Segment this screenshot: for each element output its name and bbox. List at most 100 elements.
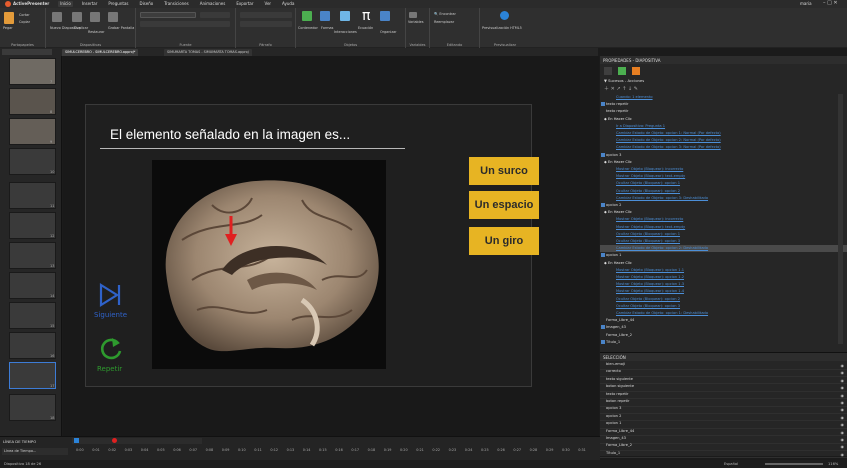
selection-item[interactable]: opcion 1 ◉ [600, 421, 847, 429]
object-row[interactable]: Imagen_43 [600, 324, 847, 331]
selection-item[interactable]: texto siguiente ◉ [600, 377, 847, 385]
selection-item[interactable]: boton repetir ◉ [600, 399, 847, 407]
menu-ayuda[interactable]: Ayuda [280, 1, 296, 7]
timeline-ruler[interactable]: 0:00 0:01 0:02 0:03 0:04 0:05 0:06 0:07 0:08 0:09… [76, 448, 596, 456]
action-row[interactable]: Cambiar Estado de Objeto: opcion 2: Norm… [600, 137, 847, 144]
timeline-toolbar[interactable] [72, 438, 202, 444]
event-row[interactable]: ◆ En Hacer Clic [600, 209, 847, 216]
selection-item[interactable]: opcion 2 ◉ [600, 414, 847, 422]
visibility-eye-icon[interactable]: ◉ [841, 415, 845, 420]
quick-access-toolbar[interactable] [2, 49, 52, 55]
visibility-eye-icon[interactable]: ◉ [841, 385, 845, 390]
slide-thumb-selected[interactable] [9, 362, 56, 389]
arrange-icon[interactable] [380, 11, 390, 21]
menu-insertar[interactable]: Insertar [80, 1, 100, 7]
animation-tab-icon[interactable] [632, 67, 640, 75]
answer-button-surco[interactable]: Un surco [469, 157, 539, 185]
font-style-buttons[interactable] [140, 21, 230, 27]
visibility-eye-icon[interactable]: ◉ [841, 430, 845, 435]
equation-label[interactable]: Ecuación [358, 26, 373, 30]
selection-item[interactable]: texto repetir ◉ [600, 392, 847, 400]
events-toolbar[interactable]: ＋ ✕ ↗ ↑ ↓ ✎ [604, 85, 638, 92]
zoom-slider[interactable] [765, 463, 823, 465]
record-label[interactable]: Grabar Pantalla [108, 26, 134, 30]
event-row[interactable]: ◆ En Hacer Clic [600, 159, 847, 166]
shapes-icon[interactable] [320, 11, 330, 21]
selection-item[interactable]: bien-emoji ◉ [600, 362, 847, 370]
equation-icon[interactable]: π [362, 8, 370, 24]
action-row[interactable]: Mostrar Objeto (Bloquear): opcion 1.2 [600, 274, 847, 281]
answer-button-espacio[interactable]: Un espacio [469, 191, 539, 219]
cut-label[interactable]: Cortar [19, 13, 30, 17]
menu-transiciones[interactable]: Transiciones [162, 1, 191, 7]
action-row[interactable]: Mostrar Objeto (Bloquear): incorrecto [600, 216, 847, 223]
arrange-label[interactable]: Organizar [380, 30, 397, 34]
slide-thumb[interactable] [9, 148, 56, 175]
object-row[interactable]: opcion 3 [600, 152, 847, 159]
slide-canvas[interactable]: El elemento señalado en la imagen es... … [85, 104, 539, 387]
tab-simulcerebro[interactable]: SIMULCEREBRO - SIMULCEREBRO.approj* [62, 49, 139, 56]
action-row[interactable]: Ir a Diapositiva: Pregunta 1 [600, 123, 847, 130]
play-icon[interactable] [74, 438, 79, 443]
action-row[interactable]: Mostrar Objeto (Bloquear): opcion 1.4 [600, 288, 847, 295]
record-screen-icon[interactable] [108, 12, 118, 22]
action-row[interactable]: Cambiar Estado de Objeto: opcion 3: Desh… [600, 195, 847, 202]
object-row[interactable]: texto repetir [600, 101, 847, 108]
selection-item[interactable]: correcto ◉ [600, 369, 847, 377]
visibility-eye-icon[interactable]: ◉ [841, 393, 845, 398]
font-size-controls[interactable] [200, 12, 230, 18]
visibility-eye-icon[interactable]: ◉ [841, 363, 845, 368]
menu-ver[interactable]: Ver [263, 1, 274, 7]
align-buttons[interactable] [240, 21, 292, 27]
repeat-button[interactable]: Repetir [97, 335, 128, 377]
properties-scrollbar[interactable] [838, 94, 843, 344]
object-row[interactable]: opcion 2 [600, 202, 847, 209]
timeline-select[interactable]: Línea de Tiempo... [2, 448, 68, 455]
restore-icon[interactable] [90, 12, 100, 22]
visibility-eye-icon[interactable]: ◉ [841, 452, 845, 457]
slide-thumb[interactable] [9, 88, 56, 115]
slide-thumbnails-panel[interactable]: 7 8 9 10 11 12 13 14 15 16 17 18 [0, 56, 62, 436]
action-row[interactable]: Mostrar Objeto (Bloquear): opcion 1.1 [600, 267, 847, 274]
preview-play-icon[interactable] [500, 11, 509, 20]
action-row[interactable]: Cambiar Estado de Objeto: opcion 2: Desh… [600, 245, 847, 253]
action-row[interactable]: Mostrar Objeto (Bloquear): text-empty [600, 173, 847, 180]
new-slide-icon[interactable] [52, 12, 62, 22]
slide-thumb[interactable] [9, 394, 56, 421]
slide-thumb[interactable] [9, 118, 56, 145]
action-row[interactable]: Ocultar Objeto (Bloquear): opcion 1 [600, 180, 847, 187]
next-button[interactable]: Siguiente [94, 283, 127, 323]
container-icon[interactable] [302, 11, 312, 21]
answer-button-giro[interactable]: Un giro [469, 227, 539, 255]
event-row[interactable]: ◆ En Hacer Clic [600, 116, 847, 123]
variables-icon[interactable] [409, 12, 417, 18]
visibility-eye-icon[interactable]: ◉ [841, 444, 845, 449]
menu-animaciones[interactable]: Animaciones [198, 1, 228, 7]
selection-item[interactable]: Forma_Libre_44 ◉ [600, 429, 847, 437]
slide-thumb[interactable] [9, 212, 56, 239]
action-row[interactable]: Ocultar Objeto (Bloquear): opcion 3 [600, 303, 847, 310]
replace-label[interactable]: Reemplazar [434, 20, 454, 24]
visibility-eye-icon[interactable]: ◉ [841, 370, 845, 375]
slide-thumb[interactable] [9, 182, 56, 209]
shapes-label[interactable]: Formas [321, 26, 333, 30]
action-row[interactable]: Ocultar Objeto (Bloquear): opcion 2 [600, 296, 847, 303]
object-row[interactable]: Forma_Libre_2 [600, 332, 847, 339]
object-row[interactable]: opcion 1 [600, 252, 847, 259]
selection-item[interactable]: Imagen_43 ◉ [600, 436, 847, 444]
language-indicator[interactable]: Español [724, 462, 738, 466]
menu-preguntas[interactable]: Preguntas [106, 1, 130, 7]
selection-item[interactable]: Forma_Libre_2 ◉ [600, 443, 847, 451]
slide-thumb[interactable] [9, 58, 56, 85]
duplicate-label[interactable]: Duplicar [74, 26, 88, 30]
action-row[interactable]: Ocultar Objeto (Bloquear): opcion 2 [600, 188, 847, 195]
action-row[interactable]: Ocultar Objeto (Bloquear): opcion 3 [600, 238, 847, 245]
find-button[interactable]: 🔍 Encontrar [434, 12, 456, 16]
visibility-eye-icon[interactable]: ◉ [841, 437, 845, 442]
action-row[interactable]: Mostrar Objeto (Bloquear): text-empty [600, 224, 847, 231]
paste-label[interactable]: Pegar [3, 26, 13, 30]
interactions-label[interactable]: Interacciones [334, 30, 357, 34]
restore-label[interactable]: Restaurar [88, 30, 104, 34]
object-row[interactable]: texto repetir [600, 108, 847, 115]
font-family-select[interactable] [140, 12, 196, 18]
